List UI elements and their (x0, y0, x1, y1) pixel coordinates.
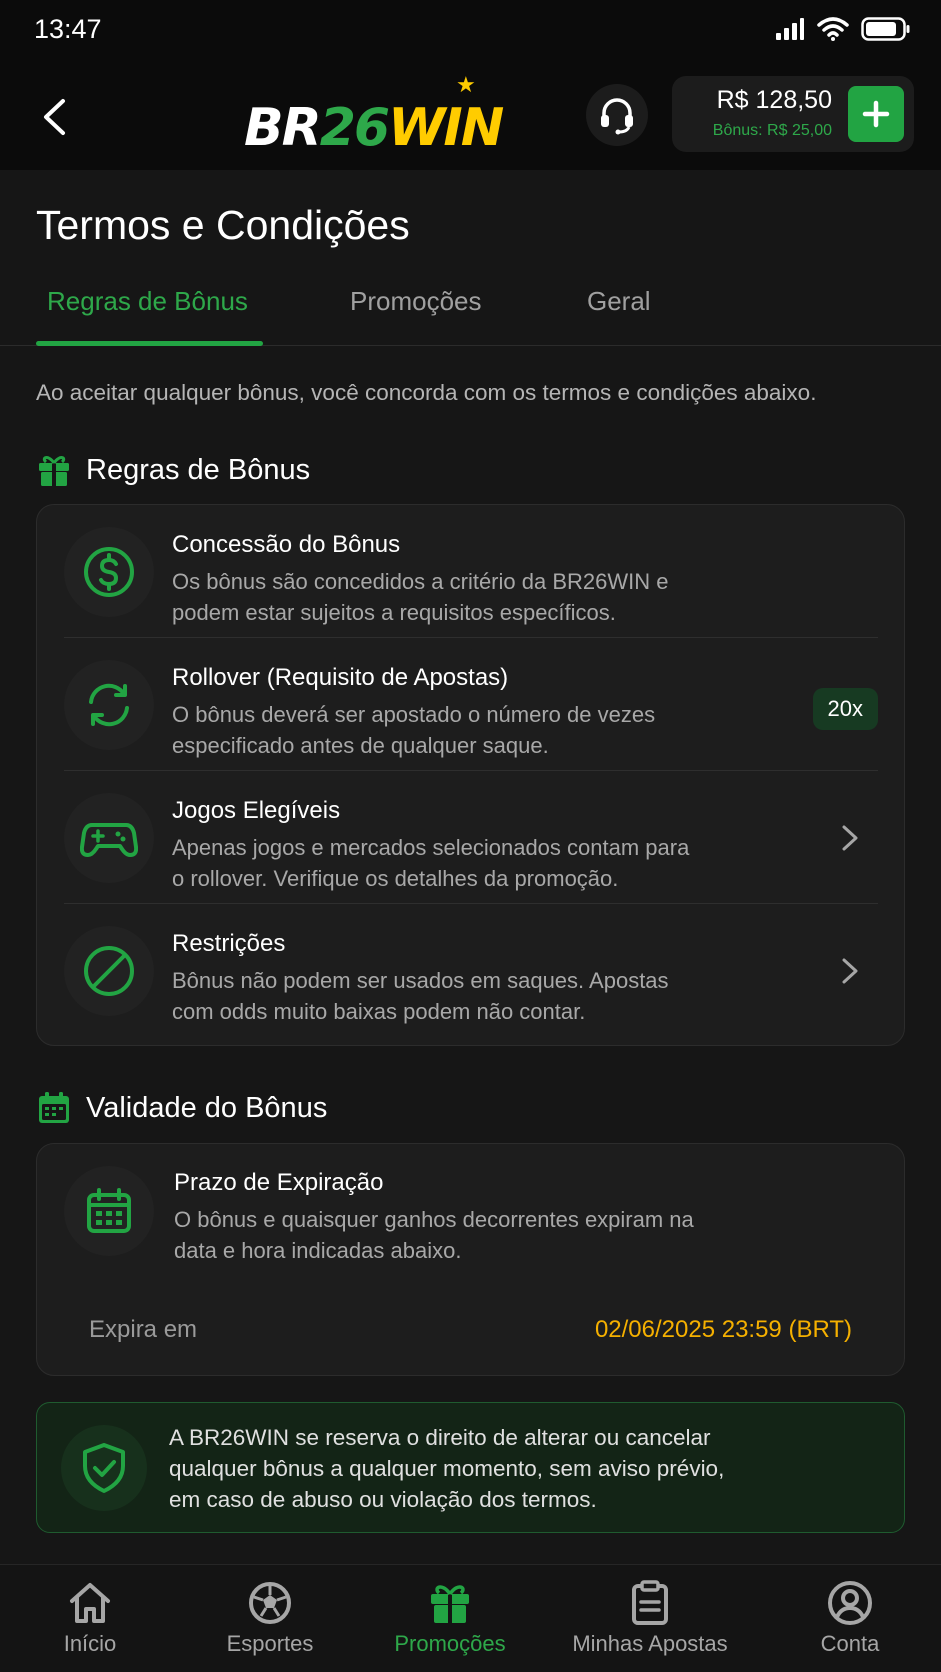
nav-label: Promoções (394, 1631, 506, 1656)
shield-check-icon (83, 1443, 125, 1493)
nav-my-bets[interactable]: Minhas Apostas (562, 1565, 738, 1672)
rule-icon-wrap (64, 527, 154, 617)
logo-star-icon: ★ (456, 72, 476, 97)
rule-bonus-grant: Concessão do Bônus Os bônus são concedid… (37, 505, 906, 638)
active-tab-indicator (36, 341, 263, 346)
terms-notice: A BR26WIN se reserva o direito de altera… (36, 1402, 905, 1533)
user-circle-icon (827, 1579, 873, 1627)
rule-title: Rollover (Requisito de Apostas) (172, 664, 509, 691)
rollover-multiplier-badge: 20x (812, 688, 878, 730)
rule-eligible-games[interactable]: Jogos Elegíveis Apenas jogos e mercados … (37, 771, 906, 904)
expiry-row: Expira em 02/06/2025 23:59 (BRT) (89, 1302, 852, 1362)
gift-icon (427, 1579, 473, 1627)
home-icon (67, 1579, 113, 1627)
rule-title: Restrições (172, 930, 286, 957)
nav-home[interactable]: Início (40, 1565, 140, 1672)
ban-icon (84, 946, 134, 996)
plus-icon (862, 100, 890, 128)
refresh-icon (89, 683, 129, 727)
rule-icon-wrap (64, 793, 154, 883)
gamepad-icon (80, 823, 138, 857)
intro-text: Ao aceitar qualquer bônus, você concorda… (36, 380, 817, 405)
page-title: Termos e Condições (36, 202, 410, 248)
nav-sports[interactable]: Esportes (206, 1565, 334, 1672)
bonus-validity-card: Prazo de Expiração O bônus e quaisquer g… (36, 1143, 905, 1376)
rule-icon-wrap (64, 1166, 154, 1256)
app-header: BR26WIN ★ R$ 128,50 Bônus: R$ 25,00 (0, 62, 941, 170)
validity-item-title: Prazo de Expiração (174, 1169, 384, 1196)
balance-amount: R$ 128,50 (716, 86, 832, 114)
rule-icon-wrap (64, 926, 154, 1016)
calendar-icon (87, 1188, 131, 1233)
chevron-right-icon (842, 825, 858, 851)
rule-title: Concessão do Bônus (172, 531, 401, 558)
tab-promotions[interactable]: Promoções (350, 286, 482, 317)
tab-bonus-rules[interactable]: Regras de Bônus (47, 286, 248, 317)
signal-icon (776, 18, 804, 40)
bonus-rules-heading: Regras de Bônus (36, 452, 310, 488)
rule-rollover: Rollover (Requisito de Apostas) O bônus … (37, 638, 906, 771)
expiry-label: Expira em (89, 1316, 198, 1343)
nav-promotions[interactable]: Promoções (386, 1565, 514, 1672)
logo-wordmark: BR26WIN (244, 98, 504, 158)
chevron-right-icon (842, 958, 858, 984)
tab-general[interactable]: Geral (587, 286, 651, 317)
notice-icon-wrap (61, 1425, 147, 1511)
bonus-balance: Bônus: R$ 25,00 (712, 122, 832, 139)
bonus-rules-card: Concessão do Bônus Os bônus são concedid… (36, 504, 905, 1046)
bottom-nav: Início Esportes Promoções Minhas Apostas… (0, 1564, 941, 1672)
rule-description: O bônus deverá ser apostado o número de … (172, 702, 656, 758)
status-icons (775, 16, 911, 42)
nav-label: Conta (820, 1631, 880, 1656)
notice-text: A BR26WIN se reserva o direito de altera… (169, 1425, 725, 1512)
gift-icon (39, 456, 69, 486)
support-button[interactable] (586, 84, 648, 146)
chevron-left-icon (44, 99, 65, 135)
rule-description: Apenas jogos e mercados selecionados con… (172, 835, 690, 891)
tab-bar: Regras de Bônus Promoções Geral (0, 276, 941, 346)
headset-icon (601, 98, 633, 135)
back-button[interactable] (34, 92, 74, 142)
dollar-circle-icon (84, 547, 134, 597)
rule-description: Bônus não podem ser usados em saques. Ap… (172, 968, 669, 1024)
bonus-validity-heading: Validade do Bônus (36, 1090, 327, 1126)
expiry-value: 02/06/2025 23:59 (BRT) (594, 1316, 852, 1343)
clipboard-icon (630, 1579, 670, 1627)
validity-item-description: O bônus e quaisquer ganhos decorrentes e… (174, 1207, 694, 1263)
status-bar: 13:47 (0, 0, 941, 62)
rule-description: Os bônus são concedidos a critério da BR… (172, 569, 669, 625)
calendar-icon (39, 1092, 69, 1123)
status-time: 13:47 (34, 14, 102, 44)
brand-logo: BR26WIN ★ (244, 72, 504, 162)
rule-title: Jogos Elegíveis (172, 797, 341, 824)
rule-icon-wrap (64, 660, 154, 750)
wifi-icon (817, 17, 849, 41)
bonus-validity-title: Validade do Bônus (86, 1091, 328, 1124)
nav-label: Minhas Apostas (572, 1631, 728, 1656)
nav-label: Início (63, 1631, 117, 1656)
deposit-button[interactable] (848, 86, 904, 142)
battery-icon (861, 17, 910, 41)
nav-account[interactable]: Conta (800, 1565, 900, 1672)
bonus-rules-title: Regras de Bônus (86, 453, 311, 486)
rule-restrictions[interactable]: Restrições Bônus não podem ser usados em… (37, 904, 906, 1037)
wallet-balance[interactable]: R$ 128,50 Bônus: R$ 25,00 (672, 76, 914, 152)
nav-label: Esportes (226, 1631, 314, 1656)
soccer-ball-icon (247, 1579, 293, 1627)
